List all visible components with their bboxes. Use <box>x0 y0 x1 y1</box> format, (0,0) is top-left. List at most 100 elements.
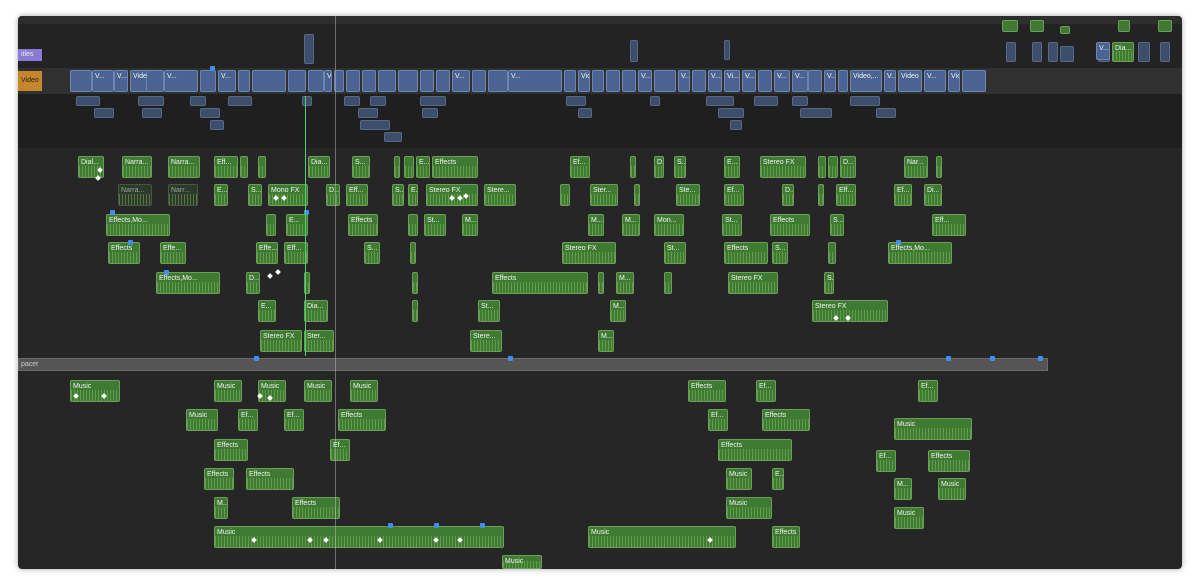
primary-clip[interactable] <box>200 70 216 92</box>
connected-video-clip[interactable] <box>360 120 390 130</box>
audio-clip[interactable]: D... <box>840 156 856 178</box>
title-clip[interactable] <box>304 34 314 64</box>
connected-video-clip[interactable] <box>578 108 592 118</box>
audio-clip[interactable] <box>266 214 276 236</box>
connected-video-clip[interactable] <box>94 108 114 118</box>
audio-clip[interactable]: Music <box>350 380 378 402</box>
audio-clip[interactable]: Music <box>894 418 972 440</box>
primary-clip[interactable] <box>654 70 676 92</box>
primary-clip[interactable]: V... <box>452 70 470 92</box>
connected-video-clip[interactable] <box>200 108 220 118</box>
connected-video-clip[interactable] <box>422 108 438 118</box>
audio-clip[interactable] <box>410 242 416 264</box>
audio-clip[interactable]: S... <box>674 156 686 178</box>
audio-clip[interactable]: Effects <box>772 526 800 548</box>
connected-video-clip[interactable] <box>142 108 162 118</box>
audio-clip[interactable]: M... <box>598 330 614 352</box>
audio-clip[interactable]: E... <box>214 184 228 206</box>
primary-clip[interactable]: V... <box>792 70 808 92</box>
audio-clip[interactable]: M... <box>214 497 228 519</box>
title-clip[interactable] <box>1048 42 1058 62</box>
audio-clip[interactable]: Effects <box>246 468 294 490</box>
marker[interactable] <box>388 523 393 528</box>
audio-clip[interactable]: Ef... <box>876 450 896 472</box>
primary-clip[interactable] <box>436 70 450 92</box>
marker[interactable] <box>254 356 259 361</box>
primary-clip[interactable] <box>346 70 360 92</box>
connected-video-clip[interactable] <box>706 96 734 106</box>
playhead[interactable] <box>335 16 336 569</box>
connected-video-clip[interactable] <box>850 96 880 106</box>
audio-clip[interactable]: Ster... <box>590 184 618 206</box>
keyframe-marker[interactable] <box>275 269 281 275</box>
title-clip[interactable] <box>1032 42 1042 62</box>
audio-clip[interactable]: Music <box>304 380 332 402</box>
audio-clip[interactable]: Effects <box>718 439 792 461</box>
audio-clip[interactable]: M... <box>622 214 640 236</box>
primary-clip[interactable] <box>488 70 508 92</box>
primary-clip[interactable]: V... <box>164 70 198 92</box>
primary-clip[interactable]: Video,... <box>850 70 882 92</box>
audio-clip[interactable]: Effects <box>762 409 810 431</box>
connected-video-clip[interactable] <box>730 120 742 130</box>
audio-clip[interactable]: Music <box>894 507 924 529</box>
audio-clip[interactable]: Effects,Mo... <box>156 272 220 294</box>
audio-clip[interactable]: D... <box>246 272 260 294</box>
audio-clip[interactable]: S... <box>772 242 788 264</box>
audio-clip[interactable] <box>818 156 826 178</box>
primary-clip[interactable] <box>146 70 164 92</box>
audio-clip[interactable]: S... <box>364 242 380 264</box>
title-clip[interactable] <box>724 40 730 60</box>
primary-clip[interactable] <box>606 70 620 92</box>
primary-clip[interactable]: V... <box>218 70 236 92</box>
spacer-lane[interactable]: pacer <box>18 358 1048 371</box>
primary-clip[interactable]: Video <box>898 70 922 92</box>
primary-clip[interactable] <box>70 70 92 92</box>
audio-clip[interactable]: Narra... <box>122 156 152 178</box>
primary-clip[interactable] <box>758 70 772 92</box>
audio-clip[interactable]: Stereo FX <box>562 242 616 264</box>
audio-clip[interactable]: Narra... <box>118 184 152 206</box>
audio-clip[interactable]: Ef... <box>708 409 728 431</box>
audio-clip[interactable]: S... <box>392 184 404 206</box>
primary-clip[interactable]: V... <box>638 70 652 92</box>
title-clip[interactable] <box>1160 42 1170 62</box>
primary-clip[interactable] <box>472 70 486 92</box>
audio-clip[interactable]: Music <box>502 555 542 569</box>
audio-clip[interactable] <box>404 156 414 178</box>
marker[interactable] <box>1038 356 1043 361</box>
audio-clip[interactable]: Eff... <box>346 184 368 206</box>
primary-clip[interactable] <box>362 70 376 92</box>
audio-clip[interactable]: Music <box>588 526 736 548</box>
audio-clip[interactable] <box>818 184 824 206</box>
connected-video-clip[interactable] <box>138 96 164 106</box>
audio-clip[interactable] <box>598 272 604 294</box>
primary-clip[interactable]: Vi... <box>724 70 740 92</box>
audio-clip[interactable]: Music <box>726 497 772 519</box>
title-clip[interactable]: V... <box>1096 42 1110 60</box>
audio-clip[interactable]: Eff... <box>214 156 238 178</box>
marker[interactable] <box>434 523 439 528</box>
audio-clip[interactable]: Stere... <box>470 330 502 352</box>
primary-clip[interactable] <box>378 70 396 92</box>
audio-clip[interactable]: S... <box>824 272 834 294</box>
primary-clip[interactable]: V... <box>508 70 562 92</box>
primary-clip[interactable] <box>564 70 576 92</box>
connected-video-clip[interactable] <box>76 96 100 106</box>
audio-clip[interactable]: Ef... <box>284 409 304 431</box>
audio-clip[interactable]: Effects <box>292 497 340 519</box>
connected-video-clip[interactable] <box>344 96 360 106</box>
title-clip[interactable] <box>1002 20 1018 32</box>
audio-clip[interactable]: Effects,Mo... <box>888 242 952 264</box>
primary-clip[interactable]: Video,Dialo... <box>578 70 590 92</box>
audio-clip[interactable]: Mono FX <box>268 184 308 206</box>
marker[interactable] <box>990 356 995 361</box>
primary-clip[interactable]: V... <box>742 70 756 92</box>
audio-clip[interactable] <box>258 156 266 178</box>
title-clip[interactable]: Dia... <box>1112 42 1134 62</box>
audio-clip[interactable]: Narr... <box>168 184 198 206</box>
audio-clip[interactable]: Stereo FX <box>728 272 778 294</box>
connected-video-clip[interactable] <box>420 96 446 106</box>
audio-clip[interactable]: Effects <box>108 242 140 264</box>
audio-clip[interactable]: M... <box>616 272 634 294</box>
